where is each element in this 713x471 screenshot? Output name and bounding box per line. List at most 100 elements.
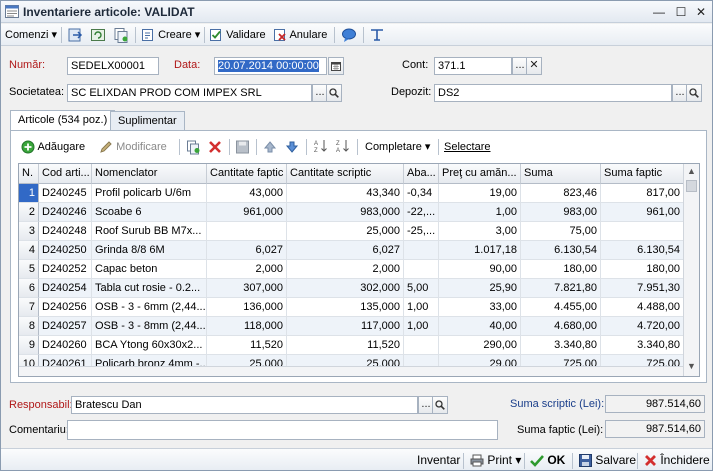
close-button[interactable]: Închidere [644, 453, 710, 467]
sort-ascending-icon[interactable]: A Z [313, 138, 329, 154]
cell-nomenclator[interactable]: Roof Surub BB M7x... [92, 222, 207, 241]
cell-sum-fact[interactable]: 7.951,30 [601, 279, 684, 298]
export-icon[interactable] [67, 27, 83, 43]
cell-sum[interactable]: 6.130,54 [521, 241, 601, 260]
save-button[interactable]: Salvare [579, 453, 636, 468]
cell-code[interactable]: D240248 [39, 222, 92, 241]
cell-price[interactable]: 3,00 [439, 222, 521, 241]
cell-diff[interactable] [404, 336, 439, 355]
cell-code[interactable]: D240245 [39, 184, 92, 203]
column-header-sum-fact[interactable]: Suma faptic [601, 164, 684, 184]
cell-sum-fact[interactable] [601, 222, 684, 241]
cell-sum-fact[interactable]: 4.720,00 [601, 317, 684, 336]
copy-row-icon[interactable] [186, 139, 201, 155]
cell-diff[interactable]: 5,00 [404, 279, 439, 298]
cell-price[interactable]: 33,00 [439, 298, 521, 317]
cell-price[interactable]: 1.017,18 [439, 241, 521, 260]
move-up-icon[interactable] [263, 139, 277, 155]
minimize-icon[interactable]: — [651, 4, 667, 20]
cell-qty-fact[interactable]: 2,000 [207, 260, 287, 279]
cell-diff[interactable]: 1,00 [404, 317, 439, 336]
cell-sum[interactable]: 180,00 [521, 260, 601, 279]
cell-qty-fact[interactable]: 43,000 [207, 184, 287, 203]
tab-articles[interactable]: Articole (534 poz.) [10, 110, 116, 132]
cell-price[interactable]: 90,00 [439, 260, 521, 279]
cell-price[interactable]: 40,00 [439, 317, 521, 336]
table-row[interactable]: 3 D240248 Roof Surub BB M7x... 25,000 -25,..… [19, 222, 684, 241]
validate-button[interactable]: Validare [209, 27, 266, 43]
cell-sum[interactable]: 823,46 [521, 184, 601, 203]
close-icon[interactable]: ✕ [693, 4, 709, 20]
row-index[interactable]: 5 [19, 260, 39, 279]
cell-sum-fact[interactable]: 4.488,00 [601, 298, 684, 317]
cell-qty-fact[interactable]: 307,000 [207, 279, 287, 298]
vertical-scrollbar[interactable]: ▲ ▼ [683, 164, 699, 376]
save-grid-icon[interactable] [235, 139, 250, 155]
cell-diff[interactable] [404, 241, 439, 260]
cell-qty-script[interactable]: 983,000 [287, 203, 404, 222]
print-menu[interactable]: Print ▾ [470, 453, 521, 467]
cell-sum-fact[interactable]: 180,00 [601, 260, 684, 279]
cell-qty-script[interactable]: 2,000 [287, 260, 404, 279]
cell-sum-fact[interactable]: 6.130,54 [601, 241, 684, 260]
sort-descending-icon[interactable]: Z A [335, 138, 351, 154]
delete-icon[interactable] [208, 139, 222, 155]
table-row[interactable]: 1 D240245 Profil policarb U/6m 43,000 43,340… [19, 184, 684, 203]
cell-diff[interactable]: 1,00 [404, 298, 439, 317]
cell-code[interactable]: D240257 [39, 317, 92, 336]
cell-nomenclator[interactable]: Tabla cut rosie - 0.2... [92, 279, 207, 298]
column-header-qty-script[interactable]: Cantitate scriptic [287, 164, 404, 184]
account-clear-button[interactable]: ✕ [526, 57, 542, 75]
warehouse-field[interactable]: DS2 [434, 84, 672, 102]
company-field[interactable]: SC ELIXDAN PROD COM IMPEX SRL [67, 84, 312, 102]
cell-qty-script[interactable]: 6,027 [287, 241, 404, 260]
cell-sum-fact[interactable]: 961,00 [601, 203, 684, 222]
cancel-doc-button[interactable]: Anulare [273, 27, 327, 43]
chat-icon[interactable] [341, 27, 357, 43]
cell-sum-fact[interactable]: 3.340,80 [601, 336, 684, 355]
table-row[interactable]: 4 D240250 Grinda 8/8 6M 6,027 6,027 1.017,18 6… [19, 241, 684, 260]
commands-menu[interactable]: Comenzi ▾ [5, 27, 57, 43]
column-header-nomenclator[interactable]: Nomenclator [92, 164, 207, 184]
maximize-icon[interactable]: ☐ [673, 4, 689, 20]
move-down-icon[interactable] [285, 139, 299, 155]
column-header-n[interactable]: N. [19, 164, 39, 184]
row-index[interactable]: 3 [19, 222, 39, 241]
cell-diff[interactable]: -0,34 [404, 184, 439, 203]
pin-icon[interactable] [369, 27, 385, 43]
calendar-button[interactable] [328, 57, 344, 75]
cell-sum[interactable]: 4.455,00 [521, 298, 601, 317]
ok-button[interactable]: OK [530, 453, 565, 467]
cell-code[interactable]: D240250 [39, 241, 92, 260]
inventory-button[interactable]: Inventar [417, 453, 460, 467]
table-row[interactable]: 7 D240256 OSB - 3 - 6mm (2,44... 136,000 135… [19, 298, 684, 317]
horizontal-scrollbar[interactable] [19, 366, 684, 376]
cell-nomenclator[interactable]: Grinda 8/8 6M [92, 241, 207, 260]
cell-price[interactable]: 19,00 [439, 184, 521, 203]
cell-code[interactable]: D240246 [39, 203, 92, 222]
scroll-up-icon[interactable]: ▲ [687, 166, 696, 176]
copy-document-icon[interactable] [113, 27, 129, 43]
cell-price[interactable]: 25,90 [439, 279, 521, 298]
cell-nomenclator[interactable]: OSB - 3 - 6mm (2,44... [92, 298, 207, 317]
cell-qty-script[interactable]: 302,000 [287, 279, 404, 298]
table-row[interactable]: 2 D240246 Scoabe 6 961,000 983,000 -22,... 1,0… [19, 203, 684, 222]
cell-qty-fact[interactable]: 961,000 [207, 203, 287, 222]
cell-qty-script[interactable]: 135,000 [287, 298, 404, 317]
cell-price[interactable]: 1,00 [439, 203, 521, 222]
cell-diff[interactable]: -22,... [404, 203, 439, 222]
tab-supplementary[interactable]: Suplimentar [110, 111, 185, 131]
row-index[interactable]: 9 [19, 336, 39, 355]
cell-price[interactable]: 290,00 [439, 336, 521, 355]
cell-qty-fact[interactable]: 118,000 [207, 317, 287, 336]
cell-qty-fact[interactable] [207, 222, 287, 241]
cell-nomenclator[interactable]: Profil policarb U/6m [92, 184, 207, 203]
table-row[interactable]: 8 D240257 OSB - 3 - 8mm (2,44... 118,000 117… [19, 317, 684, 336]
table-row[interactable]: 9 D240260 BCA Ytong 60x30x2... 11,520 11,520… [19, 336, 684, 355]
cell-qty-fact[interactable]: 11,520 [207, 336, 287, 355]
scroll-thumb[interactable] [686, 180, 697, 192]
cell-code[interactable]: D240256 [39, 298, 92, 317]
column-header-price[interactable]: Preţ cu amăn... [439, 164, 521, 184]
cell-sum[interactable]: 983,00 [521, 203, 601, 222]
row-index[interactable]: 6 [19, 279, 39, 298]
